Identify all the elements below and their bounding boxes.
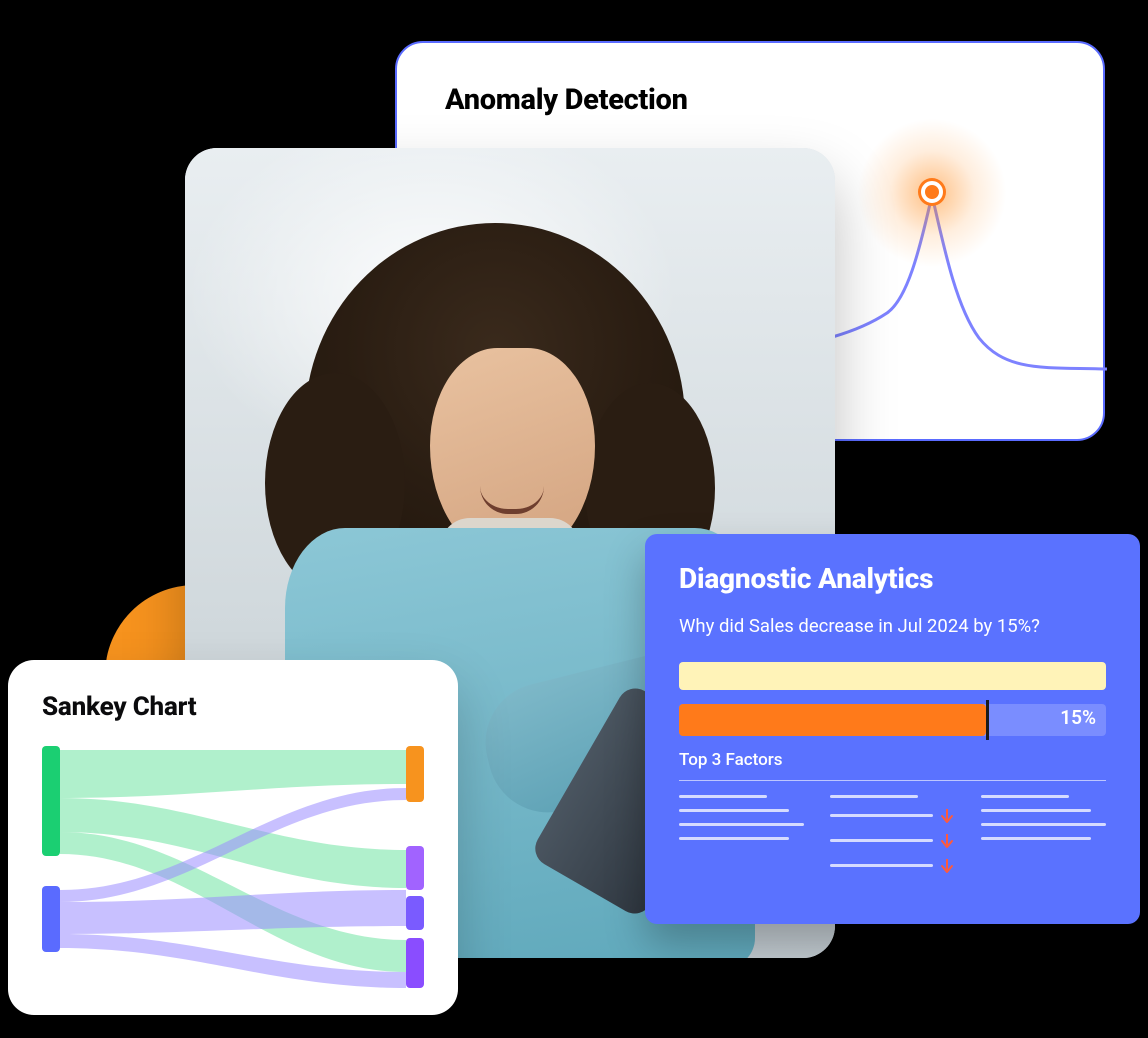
factor-col-2 (830, 795, 955, 884)
diagnostic-question: Why did Sales decrease in Jul 2024 by 15… (679, 613, 1106, 640)
sankey-card: Sankey Chart (8, 660, 458, 1015)
decrease-pct-label: 15% (1060, 706, 1096, 729)
diagnostic-card: Diagnostic Analytics Why did Sales decre… (645, 534, 1140, 924)
sankey-node-target-3 (406, 896, 424, 930)
diagnostic-title: Diagnostic Analytics (679, 562, 1106, 595)
placeholder-line (830, 795, 918, 798)
placeholder-line (981, 823, 1106, 826)
placeholder-line (981, 795, 1069, 798)
arrow-down-icon (941, 859, 953, 873)
sankey-title: Sankey Chart (42, 692, 424, 722)
factor-col-1 (679, 795, 804, 884)
sankey-chart (42, 740, 424, 990)
factor-col-3 (981, 795, 1106, 884)
placeholder-line (679, 809, 789, 812)
anomaly-point-icon (921, 181, 943, 203)
sankey-node-source-a (42, 746, 60, 856)
sankey-node-target-2 (406, 846, 424, 890)
placeholder-line (830, 864, 933, 867)
factors-columns (679, 795, 1106, 884)
sankey-node-target-1 (406, 746, 424, 802)
baseline-bar (679, 662, 1106, 690)
sankey-node-target-4 (406, 938, 424, 988)
arrow-down-icon (941, 834, 953, 848)
current-bar: 15% (679, 704, 1106, 736)
arrow-down-icon (941, 809, 953, 823)
placeholder-line (679, 795, 767, 798)
baseline-bar-fill (679, 662, 1106, 690)
placeholder-line (679, 837, 789, 840)
anomaly-title: Anomaly Detection (445, 83, 1055, 117)
placeholder-line (830, 839, 933, 842)
smile-icon (480, 486, 544, 514)
placeholder-line (981, 809, 1091, 812)
stage: Anomaly Detection Sankey Chart (0, 0, 1148, 1038)
placeholder-line (981, 837, 1091, 840)
current-bar-fill (679, 704, 986, 736)
placeholder-line (679, 823, 804, 826)
factors-divider (679, 780, 1106, 781)
placeholder-line (830, 814, 933, 817)
sankey-node-source-b (42, 886, 60, 952)
factors-heading: Top 3 Factors (679, 750, 1106, 770)
current-bar-tick (986, 700, 989, 740)
